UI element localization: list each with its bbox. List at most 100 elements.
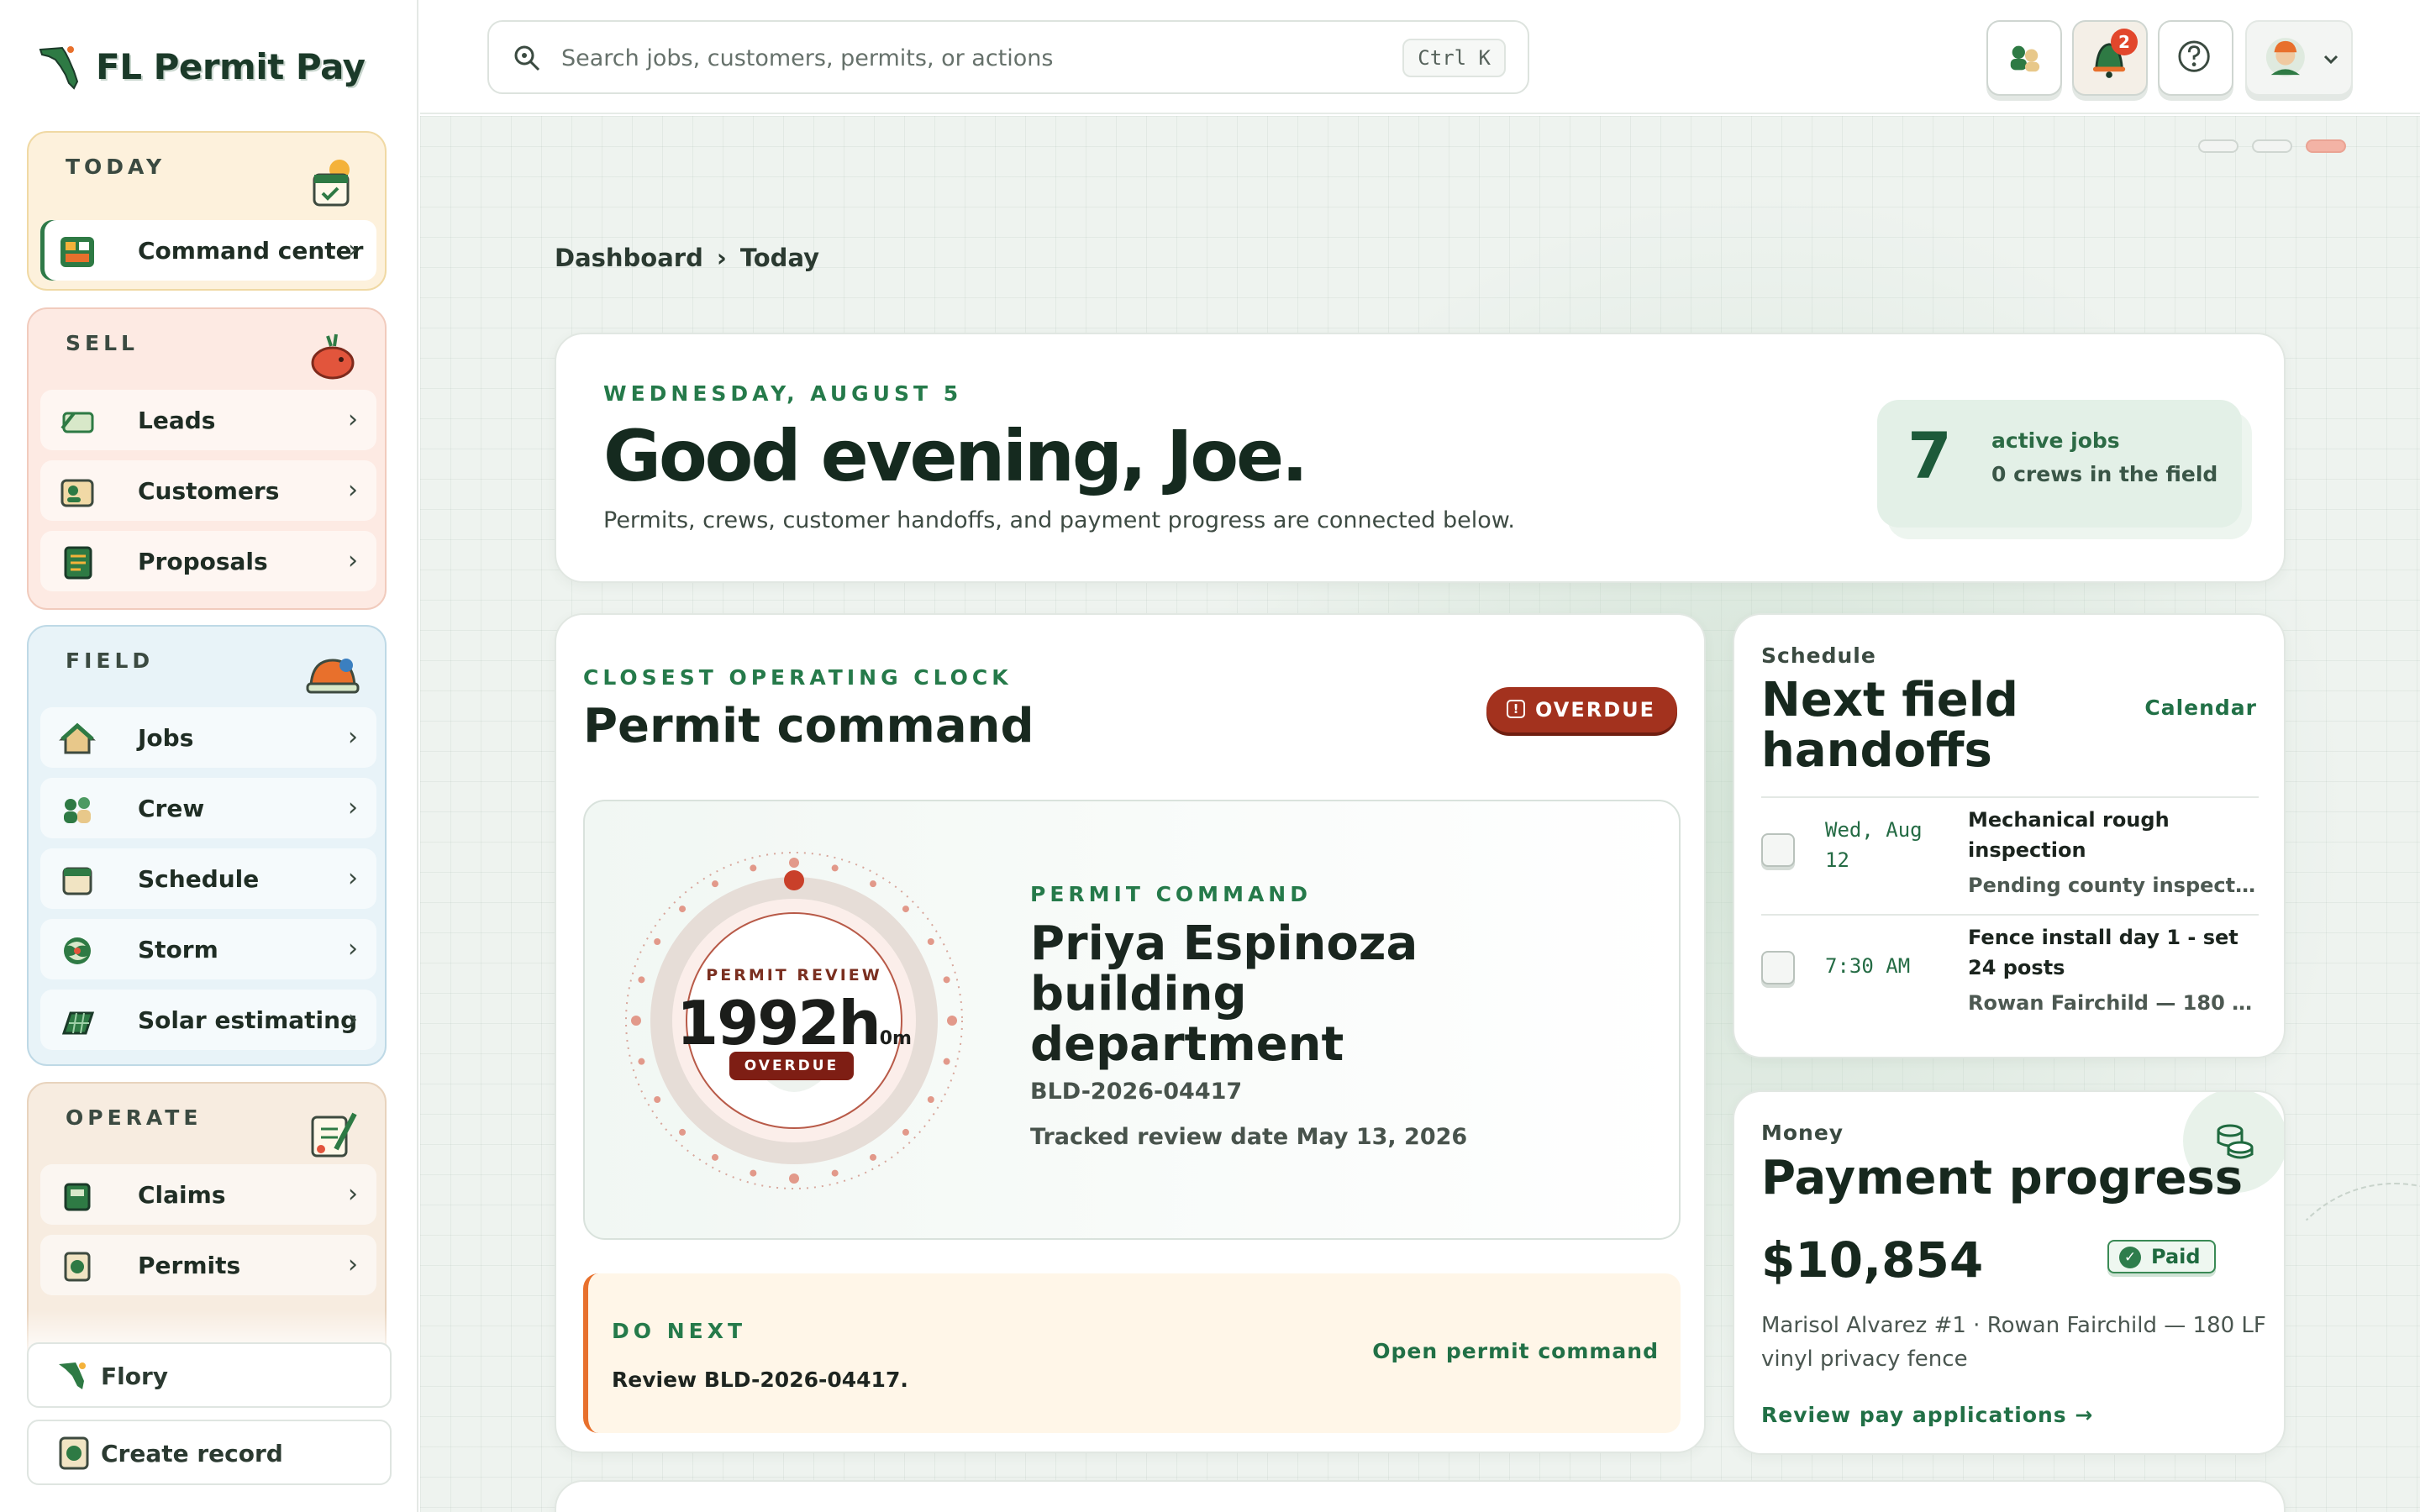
sidebar-item-label: Solar estimating (138, 1006, 358, 1034)
sidebar-item-schedule[interactable]: Schedule › (40, 848, 376, 909)
divider (1761, 796, 2259, 798)
sidebar-item-permits[interactable]: Permits › (40, 1235, 376, 1295)
dial-tick (927, 938, 934, 945)
clipboard-pen-icon (311, 1112, 357, 1158)
sidebar-item-proposals[interactable]: Proposals › (40, 531, 376, 591)
greeting-subtitle: Permits, crews, customer handoffs, and p… (603, 507, 1515, 533)
chevron-right-icon: › (348, 722, 358, 752)
dial-tick (870, 880, 876, 888)
create-record-button[interactable]: Create record (27, 1420, 392, 1485)
paid-status-badge: ✓ Paid (2107, 1240, 2216, 1273)
chevron-right-icon: › (348, 934, 358, 963)
nav-group-label: OPERATE (66, 1105, 203, 1130)
link-label: Review pay applications (1761, 1403, 2067, 1427)
permit-detail-panel[interactable]: PERMIT REVIEW 1992h0m OVERDUE PERMIT COM… (583, 800, 1681, 1240)
check-icon: ✓ (2119, 1247, 2141, 1268)
chevron-right-icon: › (348, 405, 358, 434)
crew-button[interactable] (1986, 20, 2062, 96)
calendar-link[interactable]: Calendar (2144, 696, 2257, 720)
do-next-callout: DO NEXT Review BLD-2026-04417. Open perm… (583, 1273, 1681, 1433)
sidebar-item-customers[interactable]: Customers › (40, 460, 376, 521)
window-control-pill[interactable] (2198, 139, 2238, 153)
help-button[interactable] (2158, 20, 2233, 96)
sidebar-item-label: Proposals (138, 548, 268, 575)
search-shortcut: Ctrl K (1402, 39, 1506, 77)
search-input[interactable] (561, 35, 1318, 81)
dashboard-icon (60, 237, 94, 267)
divider (1761, 914, 2259, 916)
calendar-icon (62, 867, 92, 895)
dial-tick (831, 864, 839, 872)
flory-label: Flory (101, 1362, 169, 1390)
review-pay-applications-link[interactable]: Review pay applications → (1761, 1403, 2093, 1427)
breadcrumb: Dashboard › Today (555, 244, 819, 272)
dial-tick (638, 1058, 645, 1065)
brand[interactable]: FL Permit Pay (37, 37, 366, 96)
payment-progress-card: Money Payment progress $10,854 ✓ Paid Ma… (1733, 1090, 2286, 1455)
sidebar-item-solar-estimating[interactable]: Solar estimating › (40, 990, 376, 1050)
breadcrumb-current: Today (739, 244, 820, 272)
handoff-checkbox[interactable] (1761, 951, 1795, 984)
main-content: Dashboard › Today WEDNESDAY, AUGUST 5 Go… (420, 116, 2420, 1512)
global-search[interactable]: Ctrl K (487, 20, 1529, 94)
chevron-right-icon: › (348, 864, 358, 893)
elapsed-minutes: 0m (879, 1028, 912, 1049)
brand-name: FL Permit Pay (96, 45, 366, 87)
card-eyebrow: CLOSEST OPERATING CLOCK (583, 665, 1013, 690)
sidebar: FL Permit Pay TODAY Command center › SEL… (0, 0, 418, 1512)
claims-icon (64, 1183, 91, 1211)
handoff-title: Mechanical rough inspection (1968, 808, 2170, 862)
do-next-text: Review BLD-2026-04417. (612, 1368, 908, 1392)
dial-tick (831, 1169, 839, 1177)
card-title: Permit command (583, 699, 1034, 753)
chevron-right-icon: › (348, 235, 358, 265)
sidebar-item-leads[interactable]: Leads › (40, 390, 376, 450)
active-jobs-stat[interactable]: 7 active jobs 0 crews in the field (1877, 400, 2242, 528)
sidebar-item-label: Leads (138, 407, 216, 434)
chevron-down-icon (2323, 55, 2338, 65)
arrow-right-icon: → (2075, 1403, 2094, 1427)
notification-count-badge: 2 (2111, 29, 2138, 55)
hurricane-icon (64, 937, 91, 964)
greeting-card: WEDNESDAY, AUGUST 5 Good evening, Joe. P… (555, 333, 2286, 583)
flory-assistant-button[interactable]: Flory (27, 1342, 392, 1408)
sidebar-item-claims[interactable]: Claims › (40, 1164, 376, 1225)
avatar (2265, 38, 2305, 76)
sidebar-item-storm[interactable]: Storm › (40, 919, 376, 979)
permit-review-clock: PERMIT REVIEW 1992h0m OVERDUE (622, 848, 966, 1193)
breadcrumb-dashboard[interactable]: Dashboard (555, 244, 703, 272)
account-menu-button[interactable] (2245, 20, 2353, 96)
topbar: Ctrl K 2 (420, 0, 2420, 114)
dial-tick (943, 1058, 950, 1065)
window-control-pill[interactable] (2252, 139, 2292, 153)
status-text: OVERDUE (1534, 698, 1655, 722)
nav-group-label: SELL (66, 331, 139, 355)
dial-tick (750, 1169, 757, 1177)
leads-icon (60, 412, 94, 433)
florida-assistant-icon (59, 1362, 86, 1389)
dial-label: PERMIT REVIEW (706, 966, 882, 984)
sidebar-item-label: Permits (138, 1252, 241, 1279)
handoff-title: Fence install day 1 - set 24 posts (1968, 926, 2238, 979)
notifications-button[interactable]: 2 (2072, 20, 2148, 96)
sidebar-item-crew[interactable]: Crew › (40, 778, 376, 838)
sidebar-item-jobs[interactable]: Jobs › (40, 707, 376, 768)
active-jobs-count: 7 (1907, 418, 1952, 493)
help-icon (2178, 40, 2210, 72)
sidebar-item-command-center[interactable]: Command center › (40, 220, 376, 281)
card-eyebrow: Money (1761, 1121, 1844, 1145)
sidebar-item-label: Storm (138, 936, 218, 963)
nav-group-sell: SELL Leads › Customers › Proposals › (27, 307, 387, 610)
handoff-checkbox[interactable] (1761, 833, 1795, 867)
chevron-right-icon: › (348, 546, 358, 575)
window-control-pill[interactable] (2306, 139, 2346, 153)
open-permit-command-link[interactable]: Open permit command (1372, 1339, 1659, 1363)
dial-tick (902, 906, 909, 913)
piggy-bank-icon (311, 333, 355, 380)
create-record-icon (59, 1436, 89, 1470)
nav-group-label: TODAY (66, 155, 166, 179)
next-section-card (555, 1480, 2286, 1512)
hard-hat-icon (306, 659, 360, 694)
permit-icon (64, 1252, 91, 1282)
panel-eyebrow: PERMIT COMMAND (1030, 882, 1312, 906)
